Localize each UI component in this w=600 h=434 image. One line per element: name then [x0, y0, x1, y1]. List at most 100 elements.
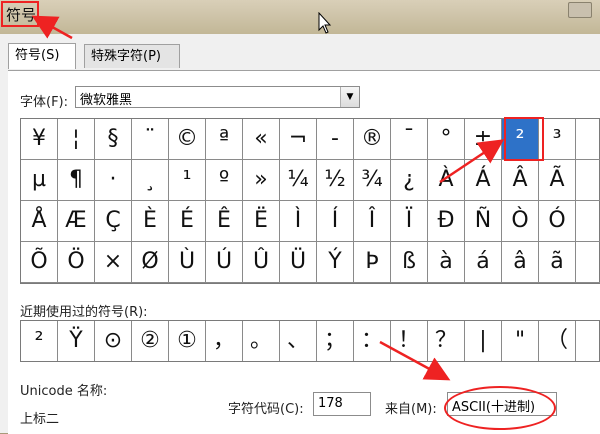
symbol-cell[interactable]: à: [428, 242, 465, 283]
symbol-cell[interactable]: ¯: [391, 119, 428, 160]
symbol-cell[interactable]: Û: [243, 242, 280, 283]
symbol-cell[interactable]: ×: [95, 242, 132, 283]
unicode-name-label: Unicode 名称:: [20, 384, 108, 399]
char-code-input[interactable]: 178: [313, 392, 371, 416]
symbol-cell[interactable]: ß: [391, 242, 428, 283]
symbol-cell[interactable]: ±: [465, 119, 502, 160]
recent-symbol-cell[interactable]: ②: [132, 321, 169, 361]
mouse-cursor-icon: [318, 12, 332, 34]
recent-symbol-cell[interactable]: ！: [391, 321, 428, 361]
tab-special-chars[interactable]: 特殊字符(P): [84, 44, 180, 68]
recent-symbols: ² Ÿ ⊙ ② ①，。、；：！？ | " （: [20, 320, 600, 362]
chevron-down-icon[interactable]: ▼: [340, 87, 359, 107]
symbol-cell[interactable]: Þ: [354, 242, 391, 283]
symbol-dialog: 符号 符号(S) 特殊字符(P) 字体(F): 微软雅黑 ▼ ¥ ¦ § ¨ © ª «¬ -…: [0, 0, 600, 434]
symbol-cell[interactable]: ¥: [21, 119, 58, 160]
recent-symbol-cell[interactable]: Ÿ: [58, 321, 95, 361]
symbol-cell[interactable]: â: [502, 242, 539, 283]
symbol-cell[interactable]: ¨: [132, 119, 169, 160]
recent-symbol-cell[interactable]: ²: [21, 321, 58, 361]
symbol-cell[interactable]: °: [428, 119, 465, 160]
close-button[interactable]: [568, 2, 592, 18]
symbol-cell[interactable]: ¾: [354, 160, 391, 201]
symbol-cell[interactable]: ¼: [280, 160, 317, 201]
symbol-cell[interactable]: Á: [465, 160, 502, 201]
symbol-cell[interactable]: [576, 160, 600, 201]
symbol-cell[interactable]: [576, 201, 600, 242]
from-select[interactable]: ASCII(十进制): [447, 392, 557, 416]
symbol-cell[interactable]: ª: [206, 119, 243, 160]
recent-symbol-cell[interactable]: [576, 321, 600, 361]
symbol-cell[interactable]: ©: [169, 119, 206, 160]
symbol-cell[interactable]: »: [243, 160, 280, 201]
recent-symbol-cell[interactable]: （: [539, 321, 576, 361]
symbol-cell[interactable]: Í: [317, 201, 354, 242]
symbol-cell[interactable]: ½: [317, 160, 354, 201]
recent-symbols-label: 近期使用过的符号(R):: [20, 305, 148, 320]
recent-symbol-cell[interactable]: |: [465, 321, 502, 361]
dialog-title: 符号: [6, 6, 37, 24]
symbol-cell[interactable]: É: [169, 201, 206, 242]
recent-symbol-cell[interactable]: ：: [354, 321, 391, 361]
symbol-cell[interactable]: Ï: [391, 201, 428, 242]
symbol-cell[interactable]: ¹: [169, 160, 206, 201]
symbol-cell[interactable]: Ì: [280, 201, 317, 242]
symbol-cell[interactable]: [576, 119, 600, 160]
font-value: 微软雅黑: [80, 93, 133, 108]
symbol-cell[interactable]: Å: [21, 201, 58, 242]
symbol-cell[interactable]: È: [132, 201, 169, 242]
symbol-cell[interactable]: À: [428, 160, 465, 201]
recent-symbol-cell[interactable]: ①: [169, 321, 206, 361]
symbol-cell[interactable]: Î: [354, 201, 391, 242]
font-select[interactable]: 微软雅黑 ▼: [75, 86, 360, 108]
recent-symbol-cell[interactable]: ，: [206, 321, 243, 361]
symbol-cell[interactable]: Ö: [58, 242, 95, 283]
char-code-label: 字符代码(C):: [228, 402, 304, 417]
symbol-grid: ¥ ¦ § ¨ © ª «¬ - ® ¯ ° ± ² ³ µ ¶ · ¸ ¹ º» ¼ ½ ¾ ¿ À Á Â Ã Å Æ Ç È É Ê Ë Ì Í Î…: [20, 118, 600, 284]
symbol-cell[interactable]: ¬: [280, 119, 317, 160]
symbol-cell[interactable]: Ê: [206, 201, 243, 242]
symbol-cell[interactable]: Ü: [280, 242, 317, 283]
font-label: 字体(F):: [20, 95, 69, 110]
symbol-cell[interactable]: Ñ: [465, 201, 502, 242]
symbol-cell[interactable]: Ã: [539, 160, 576, 201]
symbol-cell[interactable]: §: [95, 119, 132, 160]
recent-symbol-cell[interactable]: 、: [280, 321, 317, 361]
symbol-cell[interactable]: ³: [539, 119, 576, 160]
recent-symbol-cell[interactable]: ": [502, 321, 539, 361]
symbol-cell[interactable]: Ë: [243, 201, 280, 242]
symbol-cell[interactable]: á: [465, 242, 502, 283]
symbol-cell[interactable]: Ò: [502, 201, 539, 242]
unicode-name-value: 上标二: [20, 412, 60, 427]
symbol-cell[interactable]: ã: [539, 242, 576, 283]
recent-symbol-cell[interactable]: ；: [317, 321, 354, 361]
symbol-cell[interactable]: ®: [354, 119, 391, 160]
symbol-cell[interactable]: ¿: [391, 160, 428, 201]
title-bar: 符号: [0, 0, 600, 34]
symbol-cell[interactable]: ²: [502, 119, 539, 160]
recent-symbol-cell[interactable]: ？: [428, 321, 465, 361]
symbol-cell[interactable]: Ø: [132, 242, 169, 283]
tab-symbol[interactable]: 符号(S): [8, 43, 76, 69]
symbol-cell[interactable]: Ú: [206, 242, 243, 283]
symbol-cell[interactable]: ¶: [58, 160, 95, 201]
recent-symbol-cell[interactable]: ⊙: [95, 321, 132, 361]
symbol-cell[interactable]: Â: [502, 160, 539, 201]
recent-symbol-cell[interactable]: 。: [243, 321, 280, 361]
symbol-cell[interactable]: Æ: [58, 201, 95, 242]
symbol-cell[interactable]: Ð: [428, 201, 465, 242]
symbol-cell[interactable]: ¸: [132, 160, 169, 201]
symbol-cell[interactable]: Ç: [95, 201, 132, 242]
symbol-cell[interactable]: ·: [95, 160, 132, 201]
symbol-cell[interactable]: Ý: [317, 242, 354, 283]
symbol-cell[interactable]: Ó: [539, 201, 576, 242]
symbol-cell[interactable]: Õ: [21, 242, 58, 283]
from-label: 来自(M):: [385, 402, 437, 417]
symbol-cell[interactable]: -: [317, 119, 354, 160]
symbol-cell[interactable]: [576, 242, 600, 283]
symbol-cell[interactable]: «: [243, 119, 280, 160]
symbol-cell[interactable]: Ù: [169, 242, 206, 283]
symbol-cell[interactable]: º: [206, 160, 243, 201]
symbol-cell[interactable]: ¦: [58, 119, 95, 160]
symbol-cell[interactable]: µ: [21, 160, 58, 201]
